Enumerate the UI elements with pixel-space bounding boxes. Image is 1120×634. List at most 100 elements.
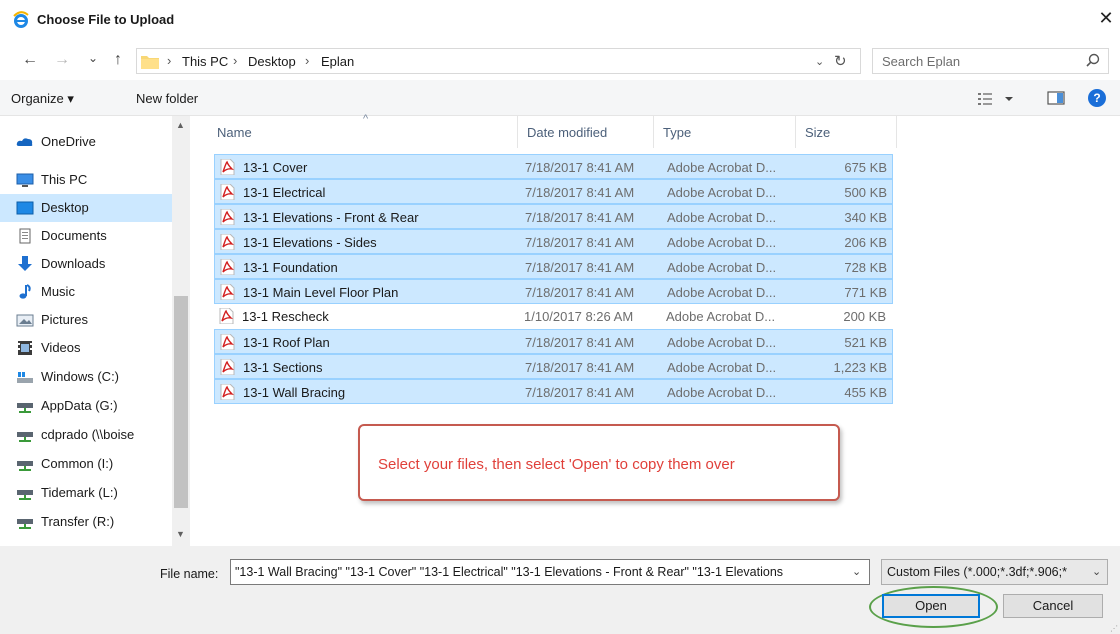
breadcrumb-this-pc[interactable]: This PC [182,54,228,69]
new-folder-button[interactable]: New folder [136,91,198,106]
column-header-label: Date modified [527,125,608,140]
sidebar-item-this-pc[interactable]: This PC [0,166,172,194]
cancel-button[interactable]: Cancel [1003,594,1103,618]
file-type: Adobe Acrobat D... [667,185,777,200]
sidebar-item-tidemark-l[interactable]: Tidemark (L:) [0,479,172,507]
file-type: Adobe Acrobat D... [667,160,777,175]
internet-explorer-icon [13,11,29,28]
preview-pane-icon[interactable] [1047,90,1065,106]
pictures-icon [16,314,34,327]
file-type-select[interactable]: Custom Files (*.000;*.3df;*.906;* ⌄ [881,559,1108,585]
sidebar-item-label: Transfer (R:) [41,514,115,529]
chevron-down-icon[interactable]: ⌄ [852,565,861,578]
forward-arrow-icon[interactable]: → [52,48,72,72]
file-size: 500 KB [844,185,887,200]
open-button[interactable]: Open [882,594,980,618]
file-type: Adobe Acrobat D... [666,309,776,324]
file-row[interactable]: 13-1 Electrical 7/18/2017 8:41 AM Adobe Ac… [214,179,893,204]
breadcrumb-desktop[interactable]: Desktop [248,54,296,69]
column-header-size[interactable]: Size [796,116,897,148]
sidebar-item-windows-c[interactable]: Windows (C:) [0,363,172,391]
file-row[interactable]: 13-1 Cover 7/18/2017 8:41 AM Adobe Acrobat… [214,154,893,179]
file-name-label: File name: [160,567,219,581]
file-date: 7/18/2017 8:41 AM [525,335,635,350]
file-date: 7/18/2017 8:41 AM [525,210,635,225]
recent-locations-chevron-icon[interactable]: ⌄ [83,46,103,70]
search-placeholder: Search Eplan [882,54,961,69]
column-header-label: Type [663,125,692,140]
file-name: 13-1 Elevations - Front & Rear [243,210,419,225]
search-input[interactable]: Search Eplan [872,48,1109,74]
sidebar-item-label: Videos [41,340,81,355]
file-name-input[interactable]: "13-1 Wall Bracing" "13-1 Cover" "13-1 E… [230,559,870,585]
navigation-scrollbar[interactable]: ▲ ▼ [172,116,190,546]
chevron-down-icon: ⌄ [1092,566,1102,578]
sidebar-item-pictures[interactable]: Pictures [0,306,172,334]
column-header-type[interactable]: Type [654,116,796,148]
file-name: 13-1 Rescheck [242,309,329,324]
refresh-icon[interactable]: ↻ [834,52,847,70]
sidebar-item-onedrive[interactable]: OneDrive [0,128,172,156]
sidebar-item-label: Tidemark (L:) [41,485,118,500]
sidebar-item-transfer-r[interactable]: Transfer (R:) [0,508,172,536]
file-date: 7/18/2017 8:41 AM [525,385,635,400]
file-row[interactable]: 13-1 Sections 7/18/2017 8:41 AM Adobe Acro… [214,354,893,379]
download-icon [18,256,32,271]
file-size: 206 KB [844,235,887,250]
dialog-footer: File name: "13-1 Wall Bracing" "13-1 Cov… [0,546,1120,634]
address-dropdown-chevron-icon[interactable]: ⌄ [815,55,824,68]
file-name: 13-1 Electrical [243,185,326,200]
scrollbar-thumb[interactable] [174,296,188,508]
file-type: Adobe Acrobat D... [667,210,777,225]
back-arrow-icon[interactable]: ← [20,48,40,72]
scroll-down-icon[interactable]: ▼ [176,529,185,539]
file-type: Adobe Acrobat D... [667,360,777,375]
cloud-icon [16,138,33,146]
file-row[interactable]: 13-1 Main Level Floor Plan 7/18/2017 8:41… [214,279,893,304]
sidebar-item-cdprado[interactable]: cdprado (\\boise [0,421,172,449]
column-header-date-modified[interactable]: Date modified [518,116,654,148]
file-row[interactable]: 13-1 Roof Plan 7/18/2017 8:41 AM Adobe Acr… [214,329,893,354]
organize-button[interactable]: Organize ▾ [11,91,74,107]
network-drive-icon [17,461,33,471]
sidebar-item-appdata-g[interactable]: AppData (G:) [0,392,172,420]
sidebar-item-documents[interactable]: Documents [0,222,172,250]
file-row[interactable]: 13-1 Foundation 7/18/2017 8:41 AM Adobe Ac… [214,254,893,279]
file-row[interactable]: 13-1 Elevations - Front & Rear 7/18/2017 … [214,204,893,229]
change-view-icon[interactable] [978,90,1022,108]
sidebar-item-common-i[interactable]: Common (I:) [0,450,172,478]
network-drive-icon [17,519,33,529]
help-icon[interactable]: ? [1088,89,1106,107]
file-type: Adobe Acrobat D... [667,285,777,300]
sidebar-item-label: Music [41,284,75,299]
sidebar-item-downloads[interactable]: Downloads [0,250,172,278]
scroll-up-icon[interactable]: ▲ [176,120,185,130]
monitor-icon [16,173,34,187]
sidebar-item-label: cdprado (\\boise [41,427,135,442]
file-date: 7/18/2017 8:41 AM [525,185,635,200]
breadcrumb-eplan[interactable]: Eplan [321,54,354,69]
file-date: 1/10/2017 8:26 AM [524,309,634,324]
sidebar-item-music[interactable]: Music [0,278,172,306]
file-row[interactable]: 13-1 Rescheck 1/10/2017 8:26 AM Adobe Acro… [214,304,893,329]
address-bar[interactable]: › This PC › Desktop › Eplan ⌄ ↻ [136,48,861,74]
close-icon[interactable]: ✕ [1096,8,1116,28]
callout-text: Select your files, then select 'Open' to… [378,456,735,473]
document-icon [19,228,31,244]
up-arrow-icon[interactable]: ↑ [108,48,128,72]
sidebar-item-label: Desktop [41,200,89,215]
file-type: Adobe Acrobat D... [667,335,777,350]
file-date: 7/18/2017 8:41 AM [525,360,635,375]
file-row[interactable]: 13-1 Elevations - Sides 7/18/2017 8:41 AM… [214,229,893,254]
sidebar-item-videos[interactable]: Videos [0,334,172,362]
file-row[interactable]: 13-1 Wall Bracing 7/18/2017 8:41 AM Adobe … [214,379,893,404]
music-icon [19,284,31,299]
pdf-file-icon [220,359,235,375]
column-header-name[interactable]: Name ^ [208,113,518,148]
resize-grip-icon[interactable]: ⋰ [1110,624,1118,633]
pdf-file-icon [220,209,235,225]
sidebar-item-label: Windows (C:) [41,369,120,384]
file-size: 1,223 KB [833,360,888,375]
sidebar-item-desktop[interactable]: Desktop [0,194,172,222]
title-bar: Choose File to Upload ✕ [0,0,1120,40]
